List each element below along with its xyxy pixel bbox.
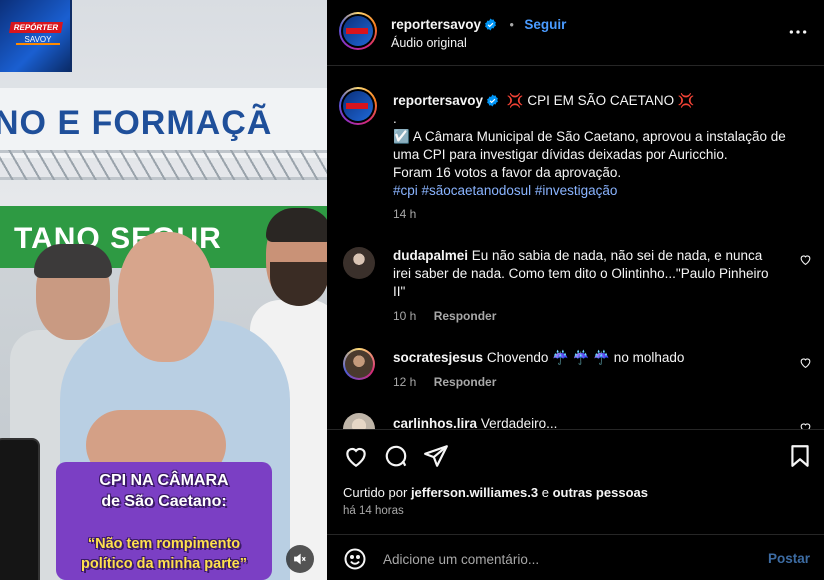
emoji-icon[interactable] xyxy=(343,547,367,571)
post-comment-button[interactable]: Postar xyxy=(768,551,810,566)
audio-original-link[interactable]: Áudio original xyxy=(391,36,467,50)
comment-username[interactable]: socratesjesus xyxy=(393,350,483,365)
reply-button[interactable]: Responder xyxy=(434,375,497,389)
reporter-savoy-logo: REPÓRTER SAVOY xyxy=(0,0,72,72)
video-stage-truss xyxy=(0,150,327,180)
likes-summary: Curtido por jefferson.williames.3 e outr… xyxy=(343,485,648,500)
reply-button[interactable]: Responder xyxy=(434,309,497,323)
commenter-avatar[interactable] xyxy=(343,348,375,380)
comment-input[interactable] xyxy=(383,547,743,571)
comment-text: carlinhos.lira Verdadeiro... xyxy=(393,415,793,429)
caption-body-1: ☑️ A Câmara Municipal de São Caetano, ap… xyxy=(393,129,786,162)
video-caption-line-3: “Não tem rompimento xyxy=(87,536,241,552)
comment-time: 12 h xyxy=(393,375,417,389)
caption-dot: . xyxy=(393,111,397,126)
follow-button[interactable]: Seguir xyxy=(524,17,566,32)
comment-username[interactable]: carlinhos.lira xyxy=(393,416,477,429)
video-caption-line-4: político da minha parte” xyxy=(81,556,247,572)
logo-line-2: SAVOY xyxy=(16,34,60,45)
heart-icon[interactable] xyxy=(343,443,369,469)
comment-body: Chovendo ☔ ☔ ☔ no molhado xyxy=(486,350,685,365)
mute-button[interactable] xyxy=(286,545,314,573)
comment-like-heart-icon[interactable] xyxy=(799,253,812,266)
bookmark-icon[interactable] xyxy=(787,443,813,469)
speaker-muted-icon xyxy=(294,553,306,565)
liked-and: e xyxy=(541,485,549,500)
comment-text: dudapalmei Eu não sabia de nada, não sei… xyxy=(393,247,783,301)
author-line: reportersavoy • Seguir xyxy=(391,16,566,34)
video-caption-line-1: CPI NA CÂMARA xyxy=(99,472,229,489)
comment-composer: Postar xyxy=(327,534,824,580)
comment-like-heart-icon[interactable] xyxy=(799,356,812,369)
caption-body-2: Foram 16 votos a favor da aprovação. xyxy=(393,165,622,180)
verified-badge-icon xyxy=(485,18,496,31)
post-header: reportersavoy • Seguir Áudio original xyxy=(327,0,824,66)
commenter-avatar[interactable] xyxy=(343,413,375,429)
caption-title: 💢 CPI EM SÃO CAETANO 💢 xyxy=(506,93,695,108)
share-icon[interactable] xyxy=(423,443,449,469)
comment-text: socratesjesus Chovendo ☔ ☔ ☔ no molhado xyxy=(393,349,793,367)
comment-meta: 12 h Responder xyxy=(393,375,496,389)
verified-badge-icon xyxy=(487,94,498,107)
caption-username[interactable]: reportersavoy xyxy=(393,93,483,108)
video-banner-text: NO E FORMAÇÃ xyxy=(0,104,273,142)
author-avatar[interactable] xyxy=(339,12,377,50)
comments-section[interactable]: reportersavoy 💢 CPI EM SÃO CAETANO 💢 . ☑… xyxy=(327,67,824,429)
comment-username[interactable]: dudapalmei xyxy=(393,248,468,263)
caption-hashtags[interactable]: #cpi #sãocaetanodosul #investigação xyxy=(393,182,793,200)
liked-user-link[interactable]: jefferson.williames.3 xyxy=(411,485,538,500)
liked-prefix: Curtido por xyxy=(343,485,408,500)
comment-time: 10 h xyxy=(393,309,417,323)
comment-like-heart-icon[interactable] xyxy=(799,421,812,429)
video-phone-recording xyxy=(0,438,40,580)
video-speaker-head xyxy=(118,232,214,362)
author-username[interactable]: reportersavoy xyxy=(391,17,481,32)
logo-line-1: REPÓRTER xyxy=(9,22,63,33)
caption-author-avatar[interactable] xyxy=(339,87,377,125)
caption-time: 14 h xyxy=(393,207,417,221)
post-actions: Curtido por jefferson.williames.3 e outr… xyxy=(327,429,824,534)
video-caption-line-2: de São Caetano: xyxy=(101,493,227,510)
commenter-avatar[interactable] xyxy=(343,247,375,279)
comment-icon[interactable] xyxy=(383,443,409,469)
more-horizontal-icon[interactable] xyxy=(788,22,808,42)
comment-body: Verdadeiro... xyxy=(480,416,558,429)
instagram-post-view: NO E FORMAÇÃ TANO SEGUR REPÓRTER SAVOY C… xyxy=(0,0,824,580)
video-person-left-hair xyxy=(34,244,112,278)
reel-video[interactable]: NO E FORMAÇÃ TANO SEGUR REPÓRTER SAVOY C… xyxy=(0,0,327,580)
post-side-panel: reportersavoy • Seguir Áudio original re… xyxy=(327,0,824,580)
header-dot: • xyxy=(509,18,514,32)
liked-others-link[interactable]: outras pessoas xyxy=(553,485,648,500)
post-time: há 14 horas xyxy=(343,505,404,517)
comment-meta: 10 h Responder xyxy=(393,309,496,323)
caption-text: reportersavoy 💢 CPI EM SÃO CAETANO 💢 . ☑… xyxy=(393,92,793,200)
